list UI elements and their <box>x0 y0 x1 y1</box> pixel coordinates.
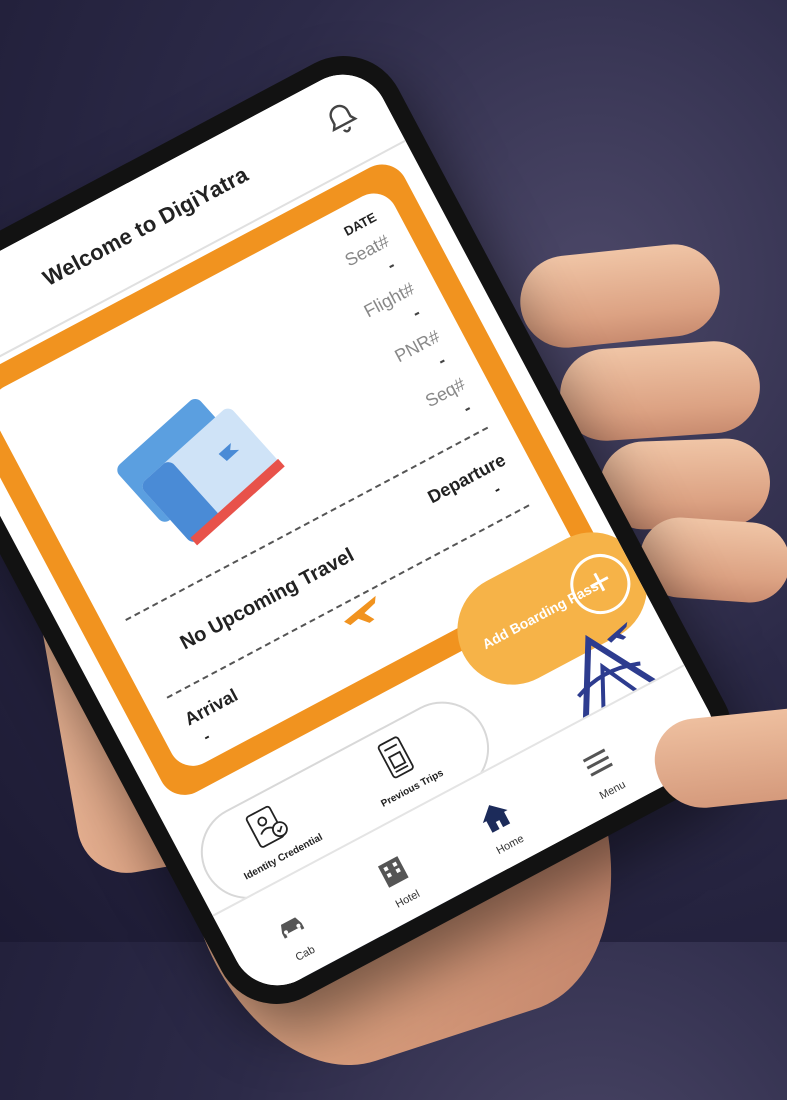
id-card-icon <box>245 805 288 848</box>
departure-label: Departure <box>424 449 509 508</box>
hand-finger <box>557 338 763 444</box>
nav-hotel[interactable]: Hotel <box>350 837 446 923</box>
hotel-icon <box>377 856 409 888</box>
nav-cab[interactable]: Cab <box>247 892 343 978</box>
boarding-pass-icon <box>377 736 414 779</box>
arrival-value: - <box>200 728 214 746</box>
nav-menu[interactable]: Menu <box>554 728 650 814</box>
bell-icon[interactable] <box>317 95 366 144</box>
seq-value: - <box>459 397 475 419</box>
pnr-value: - <box>434 350 450 371</box>
plane-icon <box>344 595 376 626</box>
menu-icon <box>582 748 613 777</box>
nav-home[interactable]: Home <box>452 783 548 869</box>
flight-value: - <box>409 302 424 323</box>
seat-value: - <box>383 254 399 276</box>
flight-label: Flight# <box>360 278 418 322</box>
departure-value: - <box>491 481 504 499</box>
arrival-label: Arrival <box>181 684 241 730</box>
pnr-label: PNR# <box>391 326 444 367</box>
home-icon <box>482 805 511 833</box>
phone-device: Welcome to DigiYatra DATE Seat# - Flight… <box>0 34 755 1026</box>
hand-finger <box>515 239 725 353</box>
tickets-illustration-icon <box>117 399 285 546</box>
